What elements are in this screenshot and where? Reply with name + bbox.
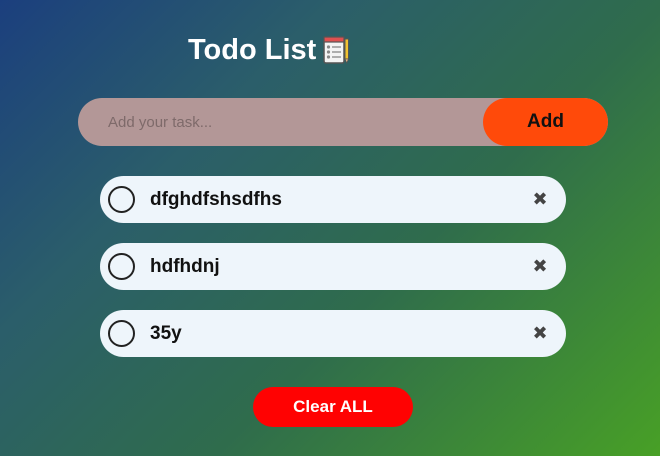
add-button[interactable]: Add (483, 98, 608, 146)
header: Todo List (188, 30, 350, 70)
task-text: dfghdfshsdfhs (150, 188, 282, 210)
notepad-icon (322, 35, 350, 65)
page-title: Todo List (188, 34, 317, 66)
task-item[interactable]: hdfhdnj ✖ (100, 243, 566, 290)
task-input-row: Add (78, 98, 608, 146)
task-item[interactable]: dfghdfshsdfhs ✖ (100, 176, 566, 223)
checkbox-icon[interactable] (108, 320, 135, 347)
checkbox-icon[interactable] (108, 186, 135, 213)
task-list: dfghdfshsdfhs ✖ hdfhdnj ✖ 35y ✖ (100, 176, 566, 377)
task-text: 35y (150, 322, 182, 344)
checkbox-icon[interactable] (108, 253, 135, 280)
close-icon[interactable]: ✖ (528, 322, 552, 346)
clear-all-button[interactable]: Clear ALL (253, 387, 413, 427)
close-icon[interactable]: ✖ (528, 255, 552, 279)
close-icon[interactable]: ✖ (528, 188, 552, 212)
task-text: hdfhdnj (150, 255, 220, 277)
task-item[interactable]: 35y ✖ (100, 310, 566, 357)
task-input[interactable] (78, 98, 483, 146)
